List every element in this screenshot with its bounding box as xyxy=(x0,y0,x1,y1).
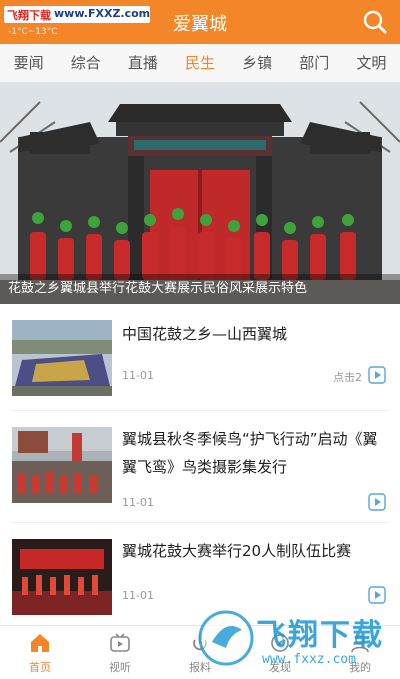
news-title: 中国花鼓之乡—山西翼城 xyxy=(122,325,288,343)
nav-home[interactable]: 首页 xyxy=(0,626,80,679)
news-thumbnail xyxy=(12,427,112,503)
nav-label: 视听 xyxy=(109,661,131,674)
hero-image xyxy=(0,82,400,304)
hero-caption: 花鼓之乡翼城县举行花鼓大赛展示民俗风采展示特色 xyxy=(0,274,400,304)
news-title: 翼城县秋冬季候鸟“护飞行动”启动《翼翼飞鸾》鸟类摄影集发行 xyxy=(122,430,378,476)
news-thumbnail xyxy=(12,320,112,396)
video-play-icon[interactable] xyxy=(368,586,386,604)
search-button[interactable] xyxy=(360,7,390,37)
video-play-icon[interactable] xyxy=(368,493,386,511)
news-date: 11-01 xyxy=(122,589,154,602)
hero-banner[interactable]: 花鼓之乡翼城县举行花鼓大赛展示民俗风采展示特色 xyxy=(0,82,400,304)
news-item[interactable]: 翼城县秋冬季候鸟“护飞行动”启动《翼翼飞鸾》鸟类摄影集发行 11-01 xyxy=(0,411,400,521)
search-icon xyxy=(363,10,387,34)
watermark-text: 飞翔下载 xyxy=(256,618,384,653)
tab-general[interactable]: 综合 xyxy=(57,44,114,82)
video-play-icon[interactable] xyxy=(368,366,386,384)
home-icon xyxy=(31,634,49,652)
category-tabs: 要闻 综合 直播 民生 乡镇 部门 文明 xyxy=(0,44,400,82)
news-item[interactable]: 中国花鼓之乡—山西翼城 11-01 点击2 xyxy=(0,306,400,410)
app-header: 飞翔下载 www.FXXZ.com -1°C~13°C 爱翼城 xyxy=(0,0,400,44)
tab-live[interactable]: 直播 xyxy=(114,44,171,82)
news-thumbnail xyxy=(12,539,112,615)
tab-livelihood[interactable]: 民生 xyxy=(171,44,228,82)
watermark-logo-icon xyxy=(198,610,254,666)
tab-towns[interactable]: 乡镇 xyxy=(229,44,286,82)
tab-news[interactable]: 要闻 xyxy=(0,44,57,82)
news-date: 11-01 xyxy=(122,496,154,509)
tab-civilization[interactable]: 文明 xyxy=(343,44,400,82)
tab-departments[interactable]: 部门 xyxy=(286,44,343,82)
news-title: 翼城花鼓大赛举行20人制队伍比赛 xyxy=(122,542,352,560)
watermark-url: www.fxxz.com xyxy=(262,652,356,667)
tv-icon xyxy=(110,633,130,652)
news-date: 11-01 xyxy=(122,369,154,382)
nav-label: 首页 xyxy=(29,661,51,674)
news-click-count: 点击2 xyxy=(333,371,362,384)
app-title: 爱翼城 xyxy=(173,14,227,35)
nav-audiovisual[interactable]: 视听 xyxy=(80,626,160,679)
watermark-overlay: 飞翔下载 www.fxxz.com xyxy=(196,604,396,679)
